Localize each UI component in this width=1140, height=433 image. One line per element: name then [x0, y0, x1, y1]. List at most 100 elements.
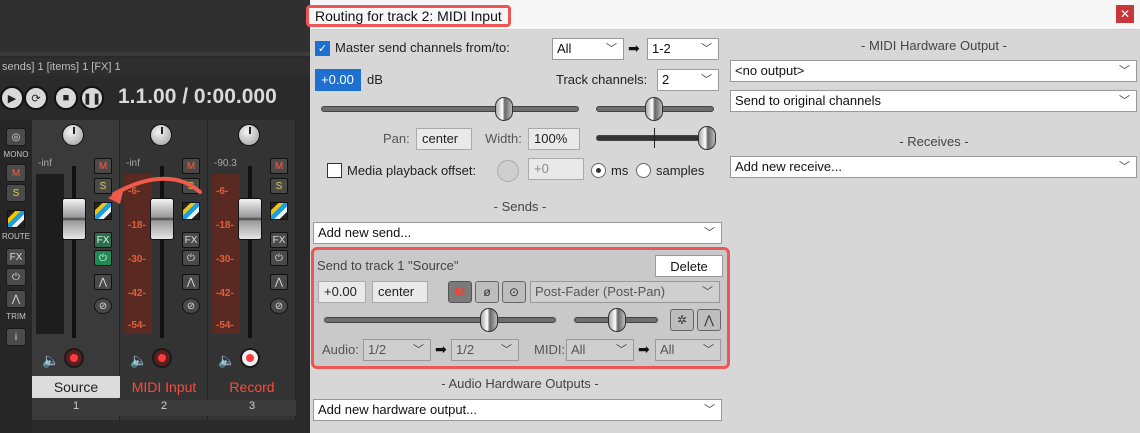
phase-icon[interactable]: ⊘ [94, 298, 112, 314]
send-pan-box[interactable]: center [372, 281, 428, 303]
pan-value-box[interactable]: center [416, 128, 472, 150]
media-offset-checkbox[interactable] [327, 163, 342, 178]
send-audio-from-select[interactable]: 1/2 ﹀ [363, 339, 431, 361]
mono-stereo-icon[interactable]: ⊙ [502, 281, 526, 303]
speaker-icon[interactable]: 🔈 [42, 352, 59, 369]
track-name[interactable]: MIDI Input [120, 376, 208, 398]
master-mute-button[interactable]: M [6, 164, 26, 182]
add-send-select[interactable]: Add new send... ﹀ [313, 222, 722, 244]
speaker-icon[interactable]: 🔈 [218, 352, 235, 369]
speaker-icon[interactable]: 🔈 [130, 352, 147, 369]
track-strip-2[interactable]: -inf -6- -18- -30- -42- -54- M S FX ⏻ ⋀ … [120, 120, 208, 420]
track-strip-3[interactable]: -90.3 -6- -18- -30- -42- -54- M S FX ⏻ ⋀… [208, 120, 296, 420]
arrow-right-icon: ➡ [638, 341, 650, 357]
slider-thumb[interactable] [608, 308, 626, 332]
volume-fader[interactable] [238, 198, 262, 240]
pan-knob-icon[interactable] [238, 124, 260, 146]
volume-input[interactable]: +0.00 [315, 69, 361, 91]
send-volume-box[interactable]: +0.00 [318, 281, 366, 303]
record-arm-button[interactable] [240, 348, 260, 368]
master-from-select[interactable]: All ﹀ [552, 38, 624, 60]
send-mode-select[interactable]: Post-Fader (Post-Pan) ﹀ [530, 281, 720, 303]
master-env-button[interactable]: ⏻ [6, 268, 26, 286]
samples-radio[interactable] [636, 163, 651, 178]
solo-button[interactable]: S [270, 178, 288, 194]
master-solo-button[interactable]: S [6, 184, 26, 202]
pan-knob-icon[interactable] [150, 124, 172, 146]
send-audio-to-select[interactable]: 1/2 ﹀ [451, 339, 519, 361]
delete-send-button[interactable]: Delete [655, 255, 723, 277]
track-name[interactable]: Source [32, 376, 120, 398]
send-midi-from-value: All [571, 342, 586, 357]
add-receive-select[interactable]: Add new receive... ﹀ [730, 156, 1137, 178]
route-icon[interactable] [270, 202, 288, 220]
slider-thumb[interactable] [480, 308, 498, 332]
send-mute-button[interactable]: M [448, 281, 472, 303]
add-send-text: Add new send... [318, 225, 412, 240]
info-button[interactable]: i [6, 328, 26, 346]
close-button[interactable]: ✕ [1116, 5, 1134, 23]
slider-center-tick [654, 128, 655, 148]
record-arm-button[interactable] [152, 348, 172, 368]
envelope-icon[interactable]: ⋀ [182, 274, 200, 290]
play-button[interactable]: ▶ [0, 86, 24, 110]
width-slider[interactable] [590, 126, 720, 150]
send-pan-slider[interactable] [568, 308, 664, 332]
phase-icon[interactable]: ⊘ [270, 298, 288, 314]
media-offset-input[interactable]: +0 [528, 158, 584, 180]
width-value-box[interactable]: 100% [528, 128, 580, 150]
pan-knob-icon[interactable] [62, 124, 84, 146]
master-to-select[interactable]: 1-2 ﹀ [647, 38, 719, 60]
track-name[interactable]: Record [208, 376, 296, 398]
fx-power-icon[interactable]: ⏻ [270, 250, 288, 266]
mono-button[interactable]: ◎ [6, 128, 26, 146]
mixer-toolbar [0, 0, 312, 52]
midi-output-select[interactable]: <no output> ﹀ [730, 60, 1137, 82]
chevron-down-icon: ﹀ [702, 286, 713, 298]
master-send-checkbox[interactable]: ✓ [315, 41, 330, 56]
fx-power-icon[interactable]: ⏻ [182, 250, 200, 266]
stop-button[interactable]: ■ [54, 86, 78, 110]
track-channels-value: 2 [662, 72, 670, 87]
master-fx-button[interactable]: FX [6, 248, 26, 266]
window-title: Routing for track 2: MIDI Input [306, 5, 511, 27]
audio-hw-section-heading: - Audio Hardware Outputs - [441, 376, 599, 391]
fader-track [72, 166, 76, 338]
ms-radio[interactable] [591, 163, 606, 178]
envelope-icon[interactable]: ⋀ [94, 274, 112, 290]
add-hw-output-select[interactable]: Add new hardware output... ﹀ [313, 399, 722, 421]
envelope-icon[interactable]: ⋀ [270, 274, 288, 290]
track-channels-select[interactable]: 2 ﹀ [657, 69, 719, 91]
fx-button[interactable]: FX [270, 232, 288, 248]
chevron-down-icon: ﹀ [704, 404, 715, 416]
mute-button[interactable]: M [270, 158, 288, 174]
midi-hw-section-heading: - MIDI Hardware Output - [861, 38, 1007, 53]
send-trim-icon[interactable]: ⋀ [697, 309, 721, 331]
meter-label: -54- [128, 320, 146, 331]
pause-button[interactable]: ❚❚ [80, 86, 104, 110]
fx-power-icon[interactable]: ⏻ [94, 250, 112, 266]
record-arm-button[interactable] [64, 348, 84, 368]
media-offset-knob-icon[interactable] [497, 160, 519, 182]
send-volume-slider[interactable] [318, 308, 562, 332]
repeat-button[interactable]: ⟳ [24, 86, 48, 110]
slider-thumb[interactable] [645, 97, 663, 121]
route-icon[interactable] [7, 210, 25, 228]
volume-fader[interactable] [62, 198, 86, 240]
send-envelope-icon[interactable]: ✲ [670, 309, 694, 331]
send-midi-to-select[interactable]: All ﹀ [655, 339, 721, 361]
phase-invert-icon[interactable]: ø [475, 281, 499, 303]
track-strip-1[interactable]: -inf M S FX ⏻ ⋀ ⊘ 🔈 Source 1 [32, 120, 120, 420]
arrow-right-icon: ➡ [435, 341, 447, 357]
track-number: 2 [120, 400, 208, 416]
trim-button[interactable]: ⋀ [6, 290, 26, 308]
fx-button[interactable]: FX [94, 232, 112, 248]
slider-thumb[interactable] [698, 126, 716, 150]
volume-slider[interactable] [315, 97, 585, 121]
midi-send-mode-select[interactable]: Send to original channels ﹀ [730, 90, 1137, 112]
phase-icon[interactable]: ⊘ [182, 298, 200, 314]
pan-slider[interactable] [590, 97, 720, 121]
fx-button[interactable]: FX [182, 232, 200, 248]
send-midi-from-select[interactable]: All ﹀ [566, 339, 634, 361]
slider-thumb[interactable] [495, 97, 513, 121]
